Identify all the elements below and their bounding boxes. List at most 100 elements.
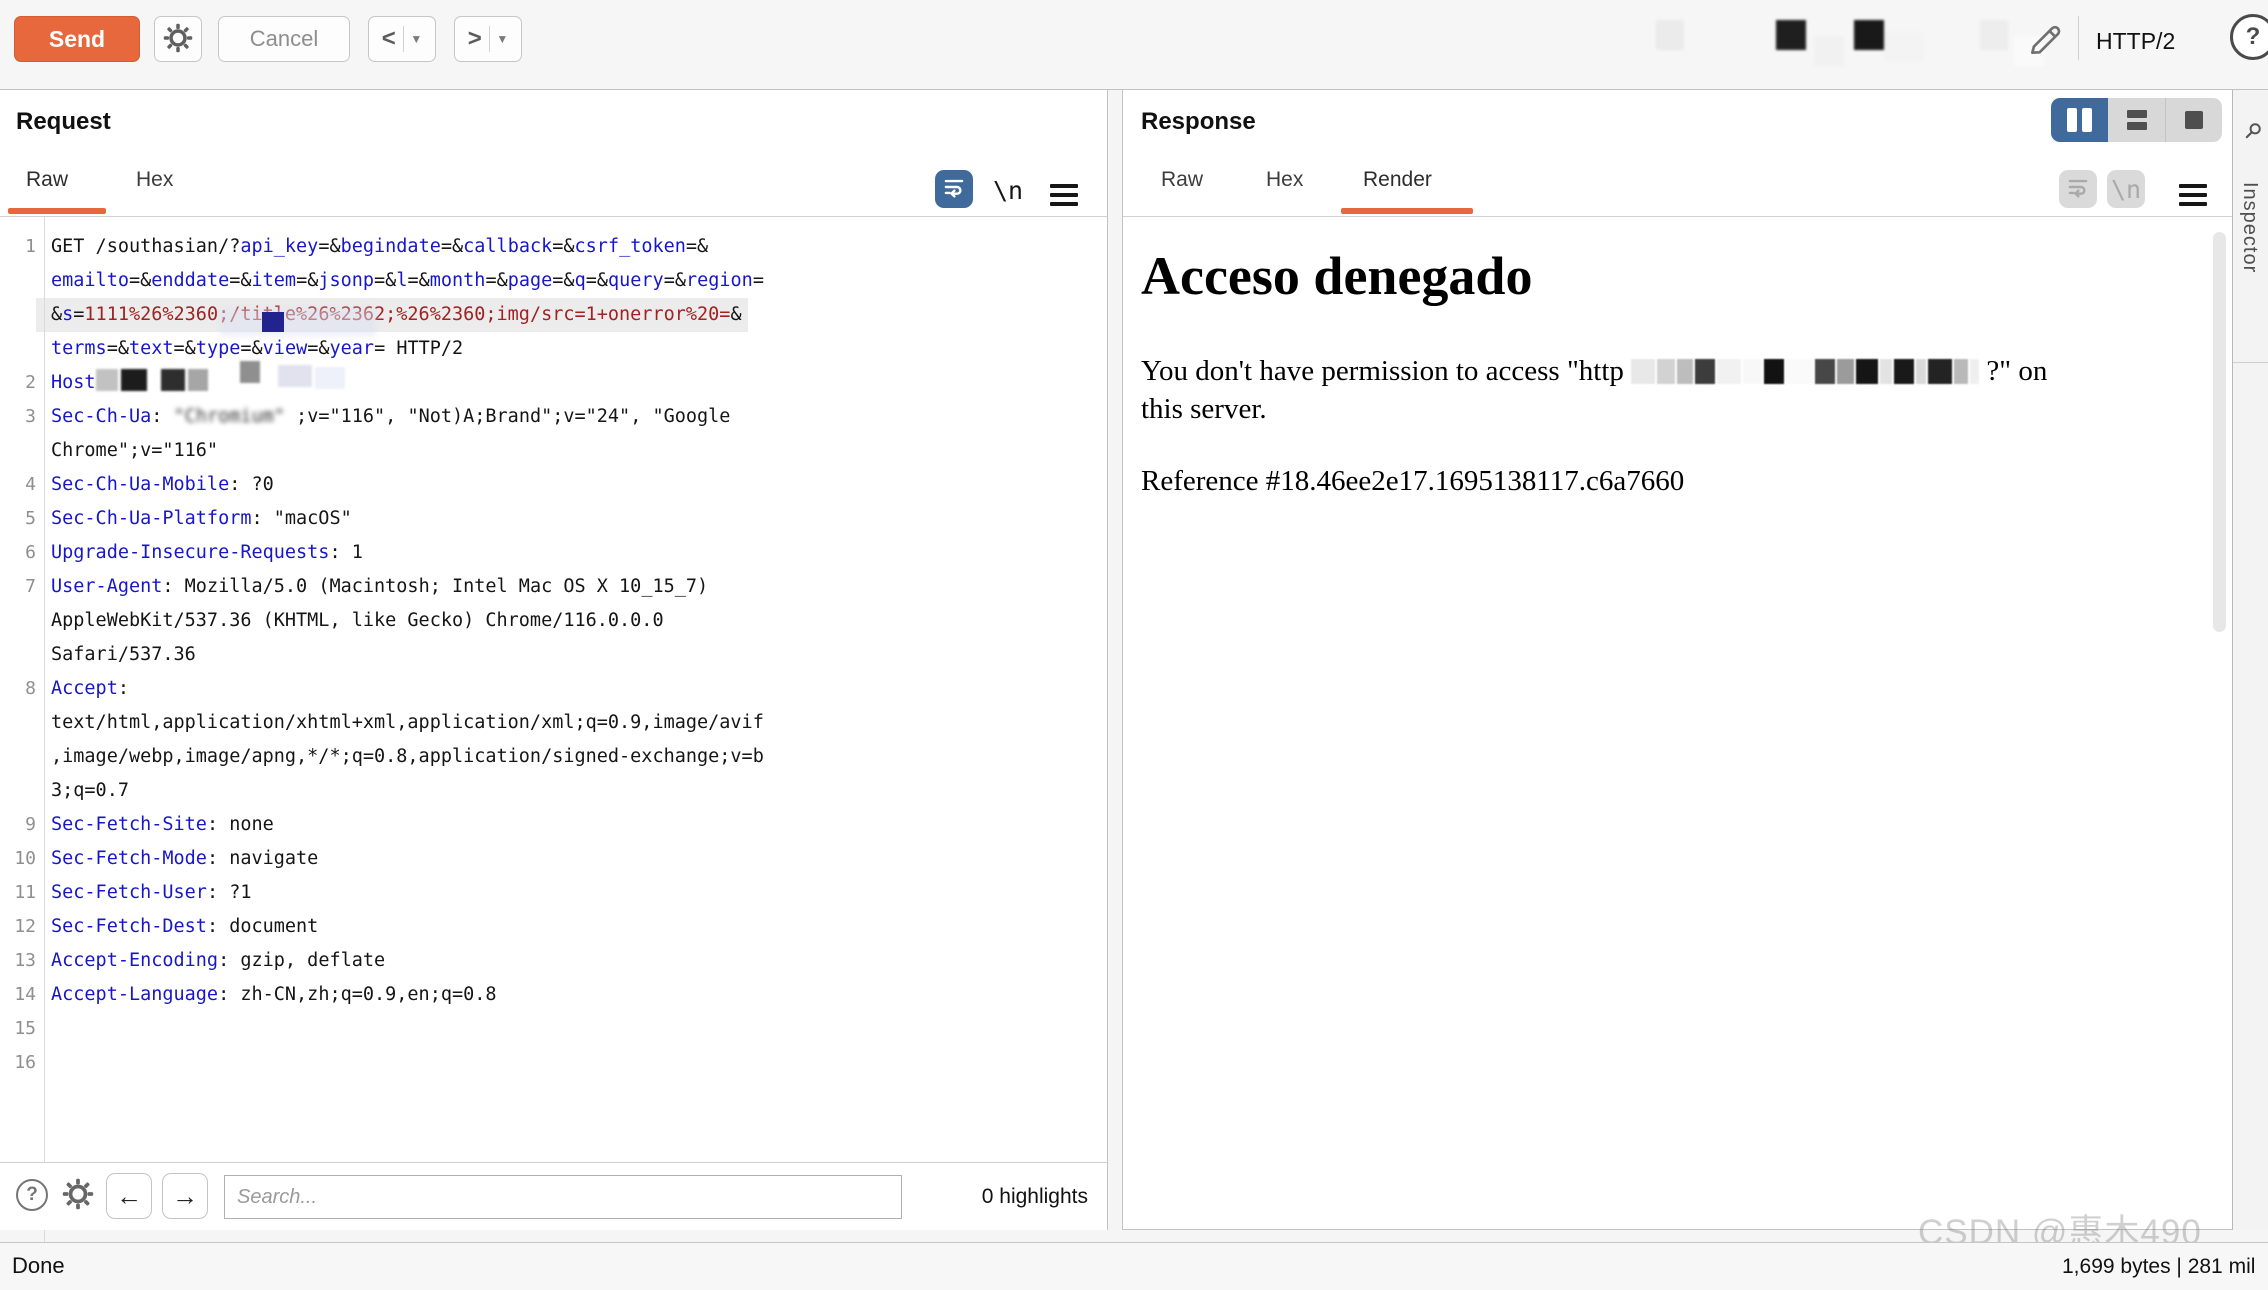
request-line[interactable]: 9Sec-Fetch-Site: none (0, 808, 1107, 842)
line-content: Sec-Fetch-Dest: document (36, 910, 324, 944)
request-line[interactable]: 3Sec-Ch-Ua: "Chromium" ;v="116", "Not)A;… (0, 400, 1107, 434)
editor-menu-icon[interactable] (1050, 184, 1078, 211)
inspector-icon (2239, 121, 2264, 141)
line-number: 3 (0, 400, 36, 434)
redaction-block (1717, 359, 1741, 384)
request-line[interactable]: ,image/webp,image/apng,*/*;q=0.8,applica… (0, 740, 1107, 774)
render-heading: Acceso denegado (1141, 245, 1532, 307)
request-line[interactable]: AppleWebKit/537.36 (KHTML, like Gecko) C… (0, 604, 1107, 638)
redaction-block (1657, 359, 1675, 384)
line-number: 13 (0, 944, 36, 978)
edit-target-button[interactable] (2026, 20, 2064, 58)
request-settings-button[interactable] (154, 16, 202, 62)
line-content: Accept-Language: zh-CN,zh;q=0.9,en;q=0.8 (36, 978, 503, 1012)
send-button[interactable]: Send (14, 16, 140, 62)
status-done-label: Done (12, 1253, 65, 1279)
request-line[interactable]: 12Sec-Fetch-Dest: document (0, 910, 1107, 944)
redaction-block (1722, 34, 1776, 64)
toolbar-divider (2078, 16, 2079, 60)
line-number (0, 774, 36, 808)
search-previous-button[interactable]: ← (106, 1173, 152, 1219)
request-line[interactable]: 11Sec-Fetch-User: ?1 (0, 876, 1107, 910)
editor-menu-icon[interactable] (2179, 184, 2207, 211)
redaction-block (1743, 359, 1762, 384)
status-bar: Done 1,699 bytes | 281 mil (0, 1242, 2268, 1290)
gear-icon (163, 23, 193, 56)
redaction-overlay (220, 308, 376, 336)
request-line[interactable]: 13Accept-Encoding: gzip, deflate (0, 944, 1107, 978)
inspector-collapsed-panel[interactable]: Inspector (2232, 90, 2268, 1230)
line-number: 6 (0, 536, 36, 570)
request-line[interactable]: 7User-Agent: Mozilla/5.0 (Macintosh; Int… (0, 570, 1107, 604)
redaction-block (211, 369, 237, 391)
line-number: 11 (0, 876, 36, 910)
request-line[interactable]: terms=&text=&type=&view=&year= HTTP/2 (0, 332, 1107, 366)
next-request-button[interactable]: > ▼ (454, 16, 522, 62)
layout-rows-button[interactable] (2108, 98, 2165, 142)
request-line[interactable]: 1GET /southasian/?api_key=&begindate=&ca… (0, 230, 1107, 264)
redaction-block (1856, 359, 1878, 384)
request-line[interactable]: &s=1111%26%2360;/title%26%2362;%26%2360;… (0, 298, 1107, 332)
line-number: 14 (0, 978, 36, 1012)
rows-icon (2127, 110, 2147, 130)
redaction-block (1894, 359, 1914, 384)
line-number (0, 706, 36, 740)
render-body-line: this server. (1141, 393, 1267, 426)
line-number: 7 (0, 570, 36, 604)
line-content: Sec-Ch-Ua: "Chromium" ;v="116", "Not)A;B… (36, 400, 736, 434)
request-tab-hex[interactable]: Hex (136, 168, 173, 192)
request-line[interactable]: 5Sec-Ch-Ua-Platform: "macOS" (0, 502, 1107, 536)
response-tab-hex[interactable]: Hex (1266, 168, 1303, 192)
redaction-block (1854, 20, 1884, 50)
request-line[interactable]: Safari/537.36 (0, 638, 1107, 672)
word-wrap-toggle-button[interactable] (935, 170, 973, 208)
cancel-button[interactable]: Cancel (218, 16, 350, 62)
protocol-label: HTTP/2 (2096, 28, 2175, 55)
request-search-bar: ? (0, 1162, 1107, 1230)
line-content: Safari/537.36 (36, 638, 202, 672)
search-next-button[interactable]: → (162, 1173, 208, 1219)
help-icon[interactable]: ? (2230, 14, 2268, 60)
toolbar: Send Cancel (0, 0, 2268, 90)
redaction-block (161, 369, 185, 391)
newline-toggle-button[interactable]: \n (2107, 170, 2145, 208)
request-line[interactable]: 3;q=0.7 (0, 774, 1107, 808)
request-line[interactable]: 16 (0, 1046, 1107, 1080)
redaction-overlay (262, 312, 284, 332)
line-number (0, 434, 36, 468)
response-tab-raw[interactable]: Raw (1161, 168, 1203, 192)
forward-chevron-icon: > (468, 27, 482, 51)
redaction-block (1924, 20, 1980, 50)
search-input[interactable] (224, 1175, 902, 1219)
redaction-block (1656, 20, 1684, 50)
layout-single-button[interactable] (2165, 98, 2222, 142)
button-divider (403, 26, 404, 52)
request-line[interactable]: 2Host (0, 366, 1107, 400)
word-wrap-toggle-button[interactable] (2059, 170, 2097, 208)
search-help-icon[interactable]: ? (16, 1179, 48, 1211)
request-line[interactable]: 15 (0, 1012, 1107, 1046)
response-scrollbar[interactable] (2213, 232, 2226, 632)
request-line[interactable]: Chrome";v="116" (0, 434, 1107, 468)
request-line[interactable]: 8Accept: (0, 672, 1107, 706)
request-line[interactable]: 14Accept-Language: zh-CN,zh;q=0.9,en;q=0… (0, 978, 1107, 1012)
layout-columns-button[interactable] (2051, 98, 2108, 142)
prev-request-button[interactable]: < ▼ (368, 16, 436, 62)
render-reference: Reference #18.46ee2e17.1695138117.c6a766… (1141, 465, 1684, 498)
request-line[interactable]: text/html,application/xhtml+xml,applicat… (0, 706, 1107, 740)
redaction-block (150, 369, 158, 391)
request-line[interactable]: 10Sec-Fetch-Mode: navigate (0, 842, 1107, 876)
redaction-block (1631, 359, 1655, 384)
request-tab-raw[interactable]: Raw (26, 168, 68, 192)
search-settings-button[interactable] (62, 1178, 94, 1215)
newline-toggle-button[interactable]: \n (993, 176, 1023, 205)
request-line[interactable]: 6Upgrade-Insecure-Requests: 1 (0, 536, 1107, 570)
response-tab-render[interactable]: Render (1363, 168, 1432, 192)
arrow-right-icon: → (172, 1181, 198, 1211)
request-line[interactable]: 4Sec-Ch-Ua-Mobile: ?0 (0, 468, 1107, 502)
redaction-block (278, 365, 312, 387)
line-number: 1 (0, 230, 36, 264)
request-line[interactable]: emailto=&enddate=&item=&jsonp=&l=&month=… (0, 264, 1107, 298)
rendered-response: Acceso denegado You don't have permissio… (1123, 217, 2231, 1230)
request-editor[interactable]: 1GET /southasian/?api_key=&begindate=&ca… (0, 217, 1107, 1252)
